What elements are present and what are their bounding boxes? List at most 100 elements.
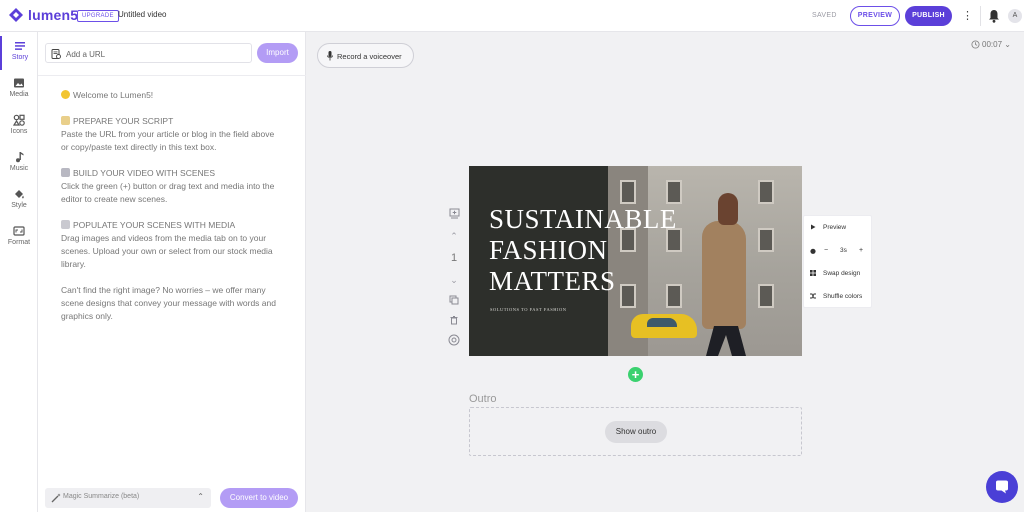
welcome-text: Welcome to Lumen5! <box>73 90 154 100</box>
lumen5-logo-icon <box>9 8 23 22</box>
shapes-icon <box>13 114 25 126</box>
scene-number: 1 <box>450 252 458 264</box>
memo-icon <box>61 116 70 125</box>
aspect-ratio-icon <box>13 226 25 236</box>
section-heading: POPULATE YOUR SCENES WITH MEDIA <box>73 220 236 230</box>
add-scene-button[interactable]: + <box>628 367 643 382</box>
logo-text: lumen5 <box>28 7 79 23</box>
section-heading: BUILD YOUR VIDEO WITH SCENES <box>73 168 216 178</box>
play-icon <box>811 224 816 230</box>
preview-button[interactable]: PREVIEW <box>850 6 900 26</box>
paint-bucket-icon <box>15 190 24 199</box>
swap-design-item[interactable]: Swap design <box>804 262 873 284</box>
convert-to-video-button[interactable]: Convert to video <box>220 488 298 508</box>
scene-canvas[interactable]: SUSTAINABLE FASHION MATTERS SOLUTIONS TO… <box>469 166 802 356</box>
picture-icon <box>61 220 70 229</box>
rail-item-media[interactable]: Media <box>0 73 38 107</box>
waving-hand-icon <box>61 90 70 99</box>
record-voiceover-button[interactable]: Record a voiceover <box>317 43 414 68</box>
story-panel: Import Welcome to Lumen5! PREPARE YOUR S… <box>38 32 306 512</box>
stopwatch-icon <box>810 248 816 254</box>
scene-subtitle[interactable]: SOLUTIONS TO FAST FASHION <box>490 307 566 312</box>
insert-scene-icon[interactable] <box>446 206 462 222</box>
person-coat <box>702 221 746 329</box>
document-link-icon <box>51 49 61 59</box>
rail-item-story[interactable]: Story <box>0 36 38 70</box>
section-body: Click the green (+) button or drag text … <box>61 181 275 204</box>
scene-title-line: SUSTAINABLE <box>489 204 677 234</box>
rail-item-label: Style <box>11 202 27 209</box>
shuffle-icon <box>810 293 816 299</box>
chevron-up-icon: ⌃ <box>197 492 204 501</box>
duplicate-icon[interactable] <box>446 292 462 308</box>
section-body: Paste the URL from your article or blog … <box>61 129 275 152</box>
url-field[interactable] <box>45 43 252 63</box>
scene-title-line: MATTERS <box>489 266 616 296</box>
show-outro-button[interactable]: Show outro <box>605 421 667 443</box>
building-window <box>758 180 774 204</box>
yellow-car <box>631 314 697 338</box>
rail-item-format[interactable]: Format <box>0 221 38 255</box>
publish-button[interactable]: PUBLISH <box>905 6 952 26</box>
logo[interactable]: lumen5 <box>8 7 78 23</box>
trash-icon[interactable] <box>446 312 462 328</box>
scene-menu: Preview − 3s + Swap design Shuffle color… <box>803 215 872 308</box>
chat-button[interactable] <box>986 471 1018 503</box>
move-up-icon[interactable]: ⌃ <box>446 228 462 244</box>
building-window <box>758 228 774 252</box>
story-icon <box>15 42 25 50</box>
divider <box>980 6 981 26</box>
building-window <box>620 180 636 204</box>
layout-grid-icon <box>810 270 816 276</box>
top-bar: lumen5 UPGRADE Untitled video SAVED PREV… <box>0 0 1024 32</box>
increase-duration-button[interactable]: + <box>859 247 863 254</box>
save-status: SAVED <box>812 12 837 19</box>
scene-duration-control: − 3s + <box>804 240 873 262</box>
document-title[interactable]: Untitled video <box>118 10 166 19</box>
duration-text: 00:07 <box>982 40 1003 49</box>
building-window <box>666 180 682 204</box>
url-input[interactable] <box>66 47 246 61</box>
chevron-down-icon: ⌄ <box>1004 40 1011 49</box>
outro-title: Outro <box>469 393 497 405</box>
scene-duration-value: 3s <box>840 247 847 254</box>
scene-title[interactable]: SUSTAINABLE FASHION MATTERS <box>489 204 677 297</box>
preview-scene-item[interactable]: Preview <box>804 216 873 238</box>
music-note-icon <box>16 152 24 163</box>
clock-icon <box>971 40 980 49</box>
person-head <box>718 193 738 225</box>
menu-item-label: Preview <box>823 224 847 231</box>
microphone-icon <box>327 51 333 61</box>
chat-bubble-icon <box>996 480 1008 494</box>
rail-item-icons[interactable]: Icons <box>0 110 38 144</box>
rail-item-label: Music <box>9 165 29 172</box>
avatar[interactable]: A <box>1008 9 1022 23</box>
magic-summarize-label: Magic Summarize (beta) <box>63 493 140 500</box>
magic-wand-icon <box>51 493 61 503</box>
record-voiceover-label: Record a voiceover <box>337 52 402 61</box>
media-icon <box>14 78 24 88</box>
script-editor[interactable]: Welcome to Lumen5! PREPARE YOUR SCRIPT P… <box>61 89 281 336</box>
building-window <box>758 284 774 308</box>
rail-item-style[interactable]: Style <box>0 184 38 218</box>
left-rail: Story Media Icons Music Style Format <box>0 32 38 512</box>
rail-item-label: Media <box>9 91 29 98</box>
rail-item-music[interactable]: Music <box>0 147 38 181</box>
person-legs <box>706 326 746 356</box>
closing-text: Can't find the right image? No worries –… <box>61 285 276 321</box>
rail-item-label: Format <box>7 239 31 246</box>
scene-title-line: FASHION <box>489 235 608 265</box>
menu-item-label: Swap design <box>823 270 861 277</box>
decrease-duration-button[interactable]: − <box>824 247 828 254</box>
video-duration[interactable]: 00:07 ⌄ <box>971 40 1011 49</box>
magic-summarize-dropdown[interactable]: Magic Summarize (beta) ⌃ <box>45 488 211 508</box>
import-button[interactable]: Import <box>257 43 298 63</box>
bell-icon[interactable] <box>988 9 1000 23</box>
more-options-icon[interactable]: ⋮ <box>962 8 973 24</box>
section-body: Drag images and videos from the media ta… <box>61 233 273 269</box>
ai-assist-icon[interactable] <box>446 332 462 348</box>
shuffle-colors-item[interactable]: Shuffle colors <box>804 285 873 307</box>
rail-item-label: Story <box>11 54 29 61</box>
upgrade-button[interactable]: UPGRADE <box>77 10 119 22</box>
move-down-icon[interactable]: ⌄ <box>446 272 462 288</box>
